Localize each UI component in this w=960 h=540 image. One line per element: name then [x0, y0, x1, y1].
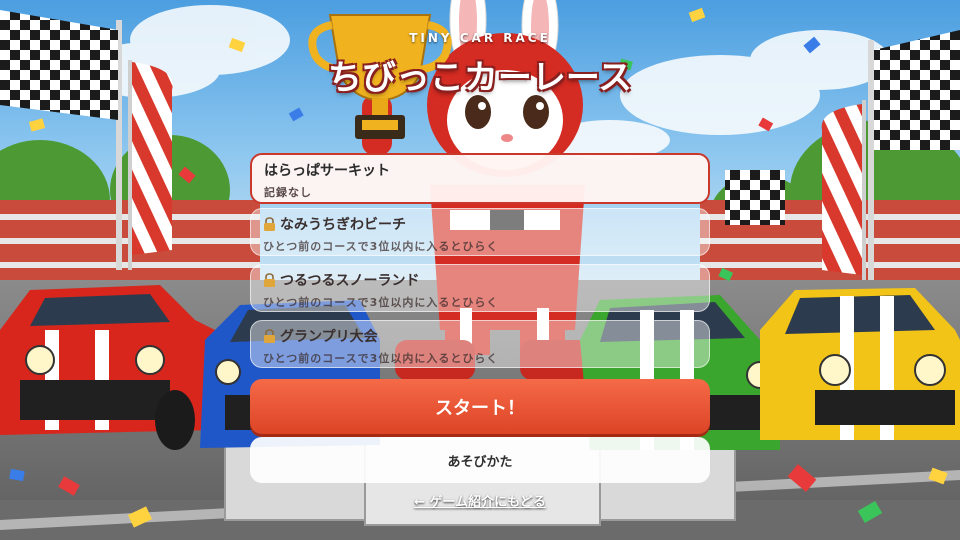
- game-subtitle: TINY CAR RACE: [409, 31, 551, 45]
- lock-icon: [264, 273, 275, 287]
- unlock-hint: ひとつ前のコースで3位以内に入るとひらく: [263, 296, 499, 309]
- course-option-harappa-circuit[interactable]: はらっぱサーキット 記録なし: [250, 153, 710, 204]
- lock-icon: [264, 329, 275, 343]
- unlock-hint: ひとつ前のコースで3位以内に入るとひらく: [263, 352, 499, 365]
- lock-icon: [264, 217, 275, 231]
- course-option-grand-prix[interactable]: グランプリ大会 ひとつ前のコースで3位以内に入るとひらく: [250, 320, 710, 368]
- back-to-intro-link[interactable]: ← ゲーム紹介にもどる: [0, 491, 960, 510]
- course-name: はらっぱサーキット: [264, 163, 390, 179]
- game-title: ちびっこカーレース: [327, 58, 633, 98]
- unlock-hint: ひとつ前のコースで3位以内に入るとひらく: [263, 240, 499, 253]
- course-option-beach[interactable]: なみうちぎわビーチ ひとつ前のコースで3位以内に入るとひらく: [250, 208, 710, 256]
- start-button[interactable]: スタート！: [250, 379, 710, 434]
- course-name: グランプリ大会: [280, 329, 378, 345]
- course-name: つるつるスノーランド: [280, 273, 420, 289]
- course-option-snowland[interactable]: つるつるスノーランド ひとつ前のコースで3位以内に入るとひらく: [250, 264, 710, 312]
- course-record: 記録なし: [264, 186, 312, 199]
- how-to-play-button[interactable]: あそびかた: [250, 437, 710, 483]
- course-name: なみうちぎわビーチ: [280, 217, 406, 233]
